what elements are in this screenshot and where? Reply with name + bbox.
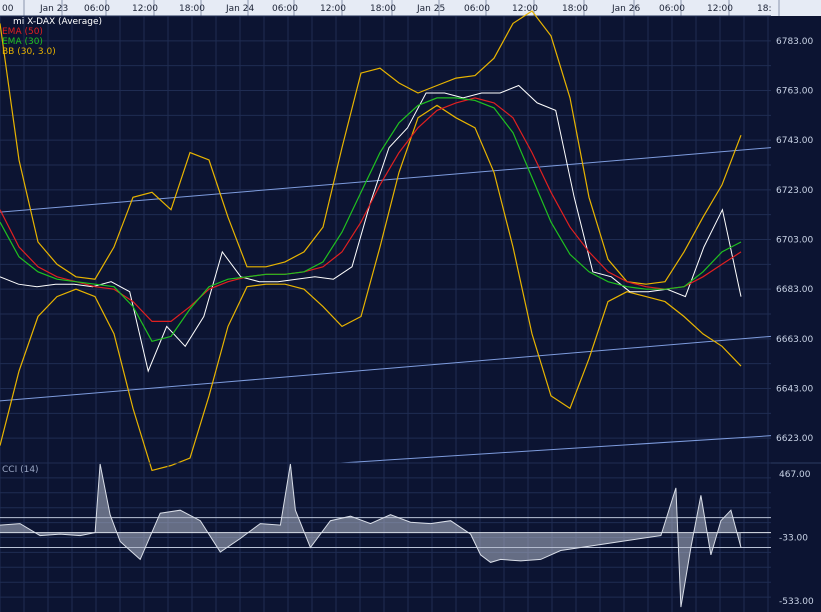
y-tick-label: 6703.00 (776, 236, 813, 246)
cci-y-axis: 467.00 -33.00 -533.00 (771, 464, 821, 612)
y-tick-label: 6723.00 (776, 186, 813, 196)
price-chart-svg: 00 Jan 23 06:00 12:00 18:00 Jan 24 06:00 12:00 1… (0, 0, 821, 612)
x-tick-label: 00 (2, 4, 14, 14)
y-tick-label: 6623.00 (776, 434, 813, 444)
cci-y-tick-label: 467.00 (779, 470, 811, 480)
cci-y-tick-label: -533.00 (779, 597, 814, 607)
cci-y-tick-label: -33.00 (779, 534, 808, 544)
x-tick-label: 06:00 (659, 4, 685, 14)
x-tick-label: Jan 24 (225, 4, 254, 14)
x-tick-label: 12:00 (132, 4, 158, 14)
y-tick-label: 6743.00 (776, 136, 813, 146)
x-axis-bar (0, 0, 821, 16)
chart-stage: 00 Jan 23 06:00 12:00 18:00 Jan 24 06:00 12:00 1… (0, 0, 821, 612)
x-tick-label: Jan 23 (39, 4, 68, 14)
x-tick-label: 06:00 (84, 4, 110, 14)
cci-legend-entry: CCI (14) (2, 465, 39, 475)
x-tick-label: 12:00 (707, 4, 733, 14)
x-tick-label: 18:00 (562, 4, 588, 14)
x-tick-label: 06:00 (464, 4, 490, 14)
y-tick-label: 6643.00 (776, 385, 813, 395)
legend-entry: mi X-DAX (Average) (13, 17, 102, 27)
y-tick-label: 6763.00 (776, 87, 813, 97)
y-tick-label: 6783.00 (776, 37, 813, 47)
x-tick-label: 12:00 (320, 4, 346, 14)
legend-entry: EMA (50) (2, 27, 43, 37)
x-tick-label: Jan 26 (611, 4, 640, 14)
x-tick-label: 12:00 (512, 4, 538, 14)
cci-legend: CCI (14) (2, 465, 39, 475)
x-tick-label: 18:00 (179, 4, 205, 14)
legend-entry: BB (30, 3.0) (2, 47, 56, 57)
y-tick-label: 6683.00 (776, 285, 813, 295)
y-tick-label: 6663.00 (776, 335, 813, 345)
x-tick-label: Jan 25 (416, 4, 445, 14)
x-tick-label: 18: (757, 4, 771, 14)
x-tick-label: 18:00 (370, 4, 396, 14)
main-y-axis: 6783.00 6763.00 6743.00 6723.00 6703.00 6683.… (771, 16, 821, 463)
x-tick-label: 06:00 (272, 4, 298, 14)
legend-entry: EMA (30) (2, 37, 43, 47)
